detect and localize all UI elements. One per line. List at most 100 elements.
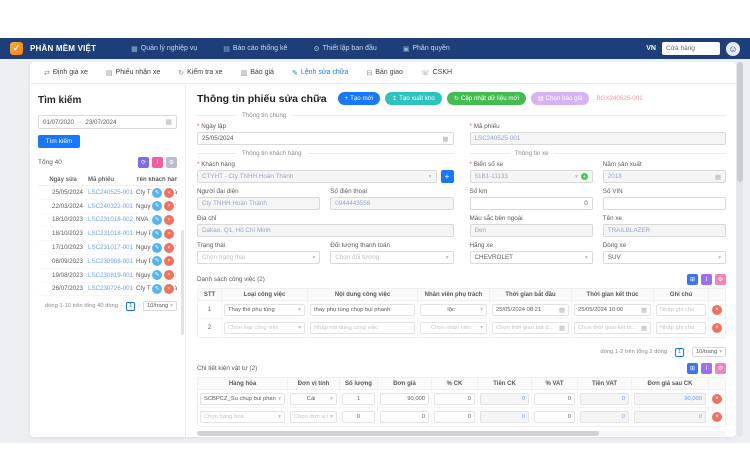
so-vin-input[interactable] <box>603 197 726 210</box>
edit-button[interactable]: ✎ <box>152 243 162 253</box>
columns-button[interactable]: I <box>152 157 163 168</box>
work-content-input[interactable]: Nhập nội dung công việc <box>310 322 415 334</box>
create-export-button[interactable]: ↥ Tạo xuất kho <box>385 92 442 105</box>
store-select[interactable]: Cửa hàng <box>662 42 720 55</box>
prev-page-button[interactable]: ‹ <box>670 349 672 355</box>
edit-button[interactable]: ✎ <box>152 188 162 198</box>
hang-xe-select[interactable]: CHEVROLET ▾ <box>470 251 593 264</box>
search-button[interactable]: Tìm kiếm <box>38 135 80 148</box>
tab-phieu-nhan-xe[interactable]: ▤ Phiếu nhận xe <box>106 69 160 77</box>
row-code-link[interactable]: LSC230726-001 <box>88 285 136 292</box>
row-code-link[interactable]: LSC230908-001 <box>88 258 136 265</box>
table-row[interactable]: 08/09/2023 LSC230908-001 Huy Pham ✎ × <box>38 255 177 269</box>
work-content-input[interactable]: thay phụ tùng chụp bụi phanh <box>310 304 415 316</box>
vat-pct-input[interactable]: 0 <box>534 411 575 423</box>
edit-button[interactable]: ✎ <box>152 201 162 211</box>
horizontal-scrollbar[interactable] <box>197 431 726 436</box>
scrollbar-thumb[interactable] <box>737 62 743 182</box>
list-scrollbar[interactable] <box>181 230 184 335</box>
delete-button[interactable]: × <box>164 229 174 239</box>
delete-row-button[interactable]: × <box>712 394 722 404</box>
delete-button[interactable]: × <box>164 284 174 294</box>
add-row-button[interactable]: ⊞ <box>687 274 698 285</box>
choose-quote-button[interactable]: ▤ Chọn báo giá <box>531 92 589 105</box>
table-row[interactable]: 18/10/2023 LSC231018-001 Huy Pham ✎ × <box>38 227 177 241</box>
tab-kiem-tra-xe[interactable]: ↻ Kiểm tra xe <box>178 69 222 77</box>
table-row[interactable]: 22/03/2024 LSC240322-001 Nguyễn Văn C ✎ … <box>38 200 177 214</box>
staff-select[interactable]: Chọn nhân viên▾ <box>420 322 487 334</box>
next-page-button[interactable]: › <box>687 349 689 355</box>
table-row[interactable]: 17/10/2023 LSC231017-001 Nguyễn Văn C ✎ … <box>38 241 177 255</box>
settings-button[interactable]: ⚙ <box>715 274 726 285</box>
table-row[interactable]: 18/10/2023 LSC231018-002 NVA ✎ × <box>38 214 177 228</box>
price-input[interactable]: 90,000 <box>380 393 429 405</box>
delete-button[interactable]: × <box>164 270 174 280</box>
row-code-link[interactable]: LSC231018-001 <box>88 230 136 237</box>
table-row[interactable]: 19/08/2023 LSC230819-001 Nguyễn Văn C ✎ … <box>38 269 177 283</box>
col-ngay-sua[interactable]: Ngày sửa <box>38 177 88 183</box>
note-input[interactable]: Nhập ghi chú <box>656 322 706 334</box>
tab-bao-gia[interactable]: ▥ Báo giá <box>241 69 274 77</box>
tab-cskh[interactable]: ☏ CSKH <box>421 69 452 77</box>
start-time-input[interactable]: Chọn thời gian bắt đ...▦ <box>492 322 569 334</box>
so-km-input[interactable]: 0 <box>470 197 593 210</box>
discount-pct-input[interactable]: 0 <box>434 393 475 405</box>
add-customer-button[interactable]: + <box>441 170 454 183</box>
table-row[interactable]: 26/07/2023 LSC230726-001 Cty TNHH Hoà ✎ … <box>38 283 177 297</box>
row-code-link[interactable]: LSC231018-002 <box>88 216 136 223</box>
trang-thai-select[interactable]: Chọn trạng thái ▾ <box>197 251 320 264</box>
next-page-button[interactable]: › <box>138 303 140 309</box>
qty-input[interactable]: 0 <box>342 411 375 423</box>
menu-item-bao-cao-thong-ke[interactable]: ▤ Báo cáo thống kê <box>223 45 287 53</box>
edit-button[interactable]: ✎ <box>152 256 162 266</box>
so-dien-thoai-input[interactable]: 0944443558 <box>330 197 453 210</box>
settings-button[interactable]: ⚙ <box>166 157 177 168</box>
page-number[interactable]: 1 <box>126 302 135 311</box>
bien-so-select[interactable]: 51B1-11133 ▾ + <box>470 170 593 183</box>
edit-button[interactable]: ✎ <box>152 284 162 294</box>
khach-hang-select[interactable]: CTYHT - Cty TNHH Hoàn Thành ▾ <box>197 170 437 183</box>
note-input[interactable]: Nhập ghi chú <box>656 304 706 316</box>
work-type-select[interactable]: Thay thế phụ tùng▾ <box>224 304 305 316</box>
doi-tuong-select[interactable]: Chọn đối tượng ▾ <box>330 251 453 264</box>
row-code-link[interactable]: LSC230819-001 <box>88 272 136 279</box>
edit-button[interactable]: ✎ <box>152 270 162 280</box>
ten-xe-input[interactable]: TRAILBLAZER <box>603 224 726 237</box>
refresh-button[interactable]: ⟳ <box>138 157 149 168</box>
menu-item-thiet-lap-ban-dau[interactable]: ⚙ Thiết lập ban đầu <box>313 45 376 53</box>
menu-item-quan-ly-nghiep-vu[interactable]: ▦ Quản lý nghiệp vụ <box>131 45 197 53</box>
delete-row-button[interactable]: × <box>712 412 722 422</box>
menu-item-phan-quyen[interactable]: ▣ Phân quyền <box>403 45 450 53</box>
create-button[interactable]: + Tạo mới <box>338 92 380 105</box>
update-button[interactable]: ↻ Cập nhật dữ liệu mới <box>447 92 526 105</box>
delete-button[interactable]: × <box>164 243 174 253</box>
row-code-link[interactable]: LSC240322-001 <box>88 203 136 210</box>
language-label[interactable]: VN <box>646 45 656 52</box>
quote-code[interactable]: BGX240525-001 <box>596 95 642 102</box>
edit-button[interactable]: ✎ <box>152 215 162 225</box>
page-size-select[interactable]: 10/trang ▾ <box>692 347 726 357</box>
add-vehicle-button[interactable]: + <box>581 173 588 180</box>
vat-pct-input[interactable]: 0 <box>534 393 575 405</box>
tab-lenh-sua-chua[interactable]: ✎ Lệnh sửa chữa <box>292 69 348 77</box>
unit-select[interactable]: Chọn đơn vị tính▾ <box>290 411 337 423</box>
date-range-input[interactable]: 01/07/2020 23/07/2024 ▦ <box>38 115 177 129</box>
user-avatar[interactable]: ☺ <box>726 42 740 56</box>
qty-input[interactable]: 1 <box>342 393 375 405</box>
date-from[interactable]: 01/07/2020 <box>43 119 74 126</box>
add-row-button[interactable]: ⊞ <box>687 363 698 374</box>
tab-dinh-gia-xe[interactable]: ⇄ Định giá xe <box>44 69 88 77</box>
scrollbar-thumb[interactable] <box>197 431 599 436</box>
dong-xe-select[interactable]: SUV ▾ <box>603 251 726 264</box>
start-time-input[interactable]: 25/05/2024 08:21▦ <box>492 304 569 316</box>
unit-select[interactable]: Cái▾ <box>290 393 337 405</box>
discount-pct-input[interactable]: 0 <box>434 411 475 423</box>
row-code-link[interactable]: LSC231017-001 <box>88 244 136 251</box>
ngay-lap-input[interactable]: 25/05/2024 ▦ <box>197 132 454 145</box>
page-number[interactable]: 1 <box>675 348 684 357</box>
edit-button[interactable]: ✎ <box>152 229 162 239</box>
end-time-input[interactable]: Chọn thời gian kết th...▦ <box>574 322 651 334</box>
settings-button[interactable]: ⚙ <box>715 363 726 374</box>
work-type-select[interactable]: Chọn loại công việc▾ <box>224 322 305 334</box>
columns-button[interactable]: I <box>701 274 712 285</box>
